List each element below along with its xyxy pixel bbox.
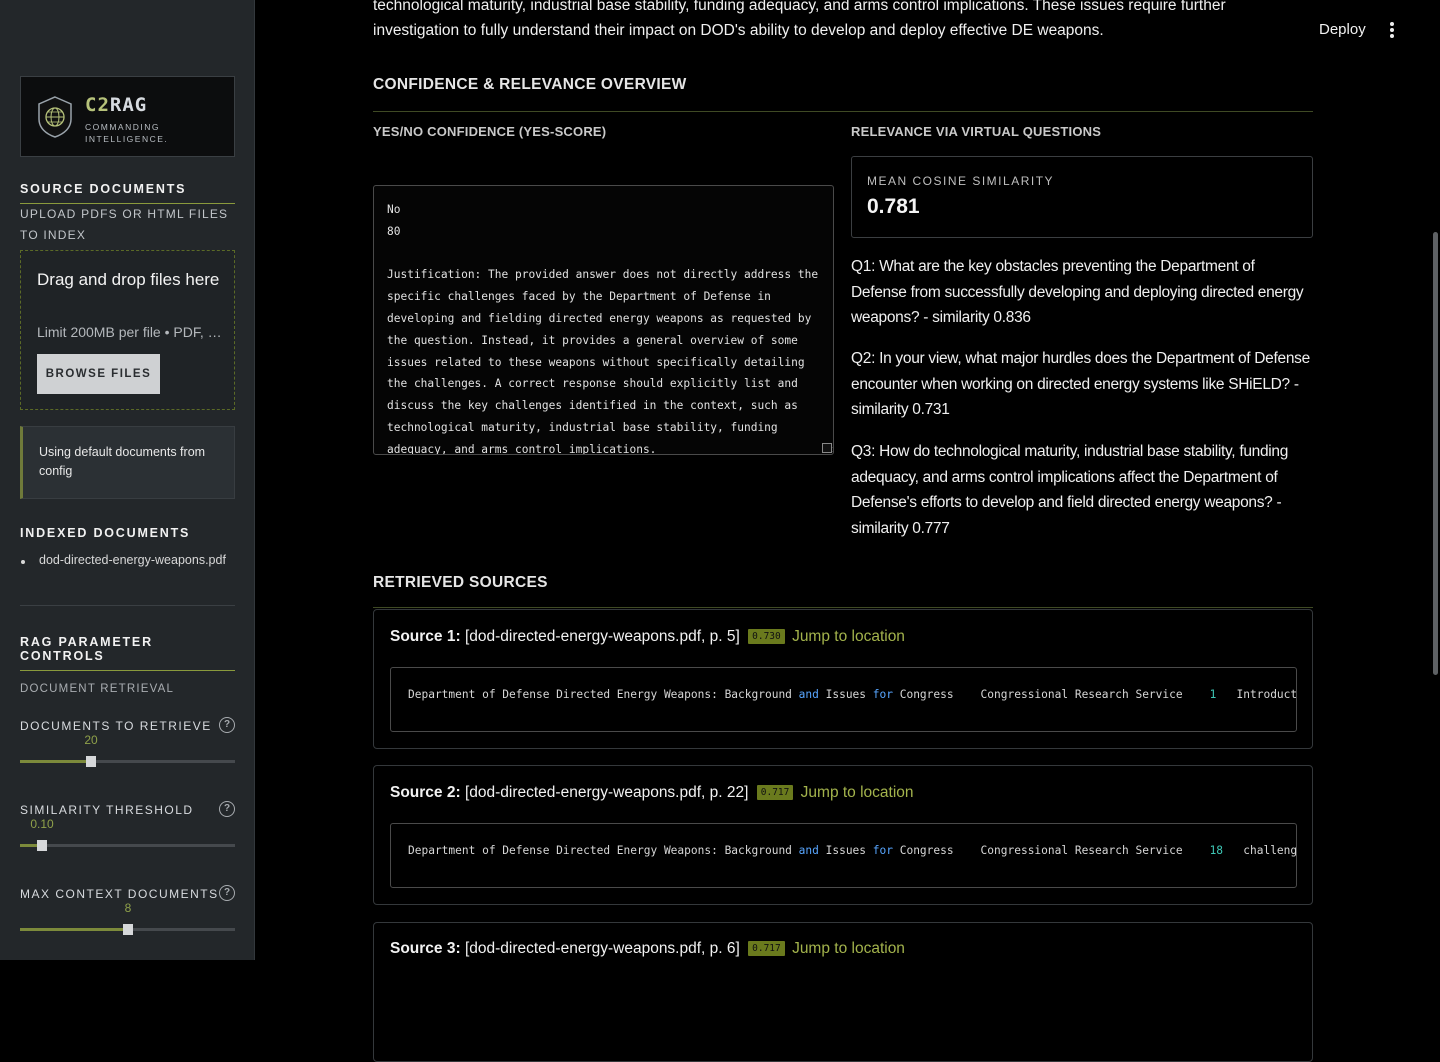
source-card: Source 3: [dod-directed-energy-weapons.p… bbox=[373, 922, 1313, 1062]
file-dropzone[interactable]: Drag and drop files here Limit 200MB per… bbox=[20, 250, 235, 410]
score-badge: 0.730 bbox=[748, 629, 785, 645]
help-icon[interactable]: ? bbox=[219, 717, 235, 733]
slider-thumb[interactable] bbox=[37, 840, 47, 851]
slider-fill bbox=[20, 928, 128, 931]
browse-files-button[interactable]: BROWSE FILES bbox=[37, 354, 160, 394]
main-scrollbar[interactable] bbox=[1431, 0, 1440, 960]
relevance-title: RELEVANCE VIA VIRTUAL QUESTIONS bbox=[851, 124, 1102, 139]
source-label: Source 1: bbox=[390, 628, 461, 645]
slider-track bbox=[20, 844, 235, 847]
logo-title: C2RAG bbox=[85, 94, 148, 116]
jump-to-location-link[interactable]: Jump to location bbox=[801, 784, 914, 801]
divider bbox=[373, 111, 1313, 112]
slider-value: 20 bbox=[84, 733, 98, 747]
source-ref: [dod-directed-energy-weapons.pdf, p. 6] bbox=[464, 940, 740, 957]
source-label: Source 3: bbox=[390, 940, 461, 957]
documents-to-retrieve-slider[interactable]: 20 bbox=[20, 733, 235, 771]
jump-to-location-link[interactable]: Jump to location bbox=[792, 940, 905, 957]
slider-thumb[interactable] bbox=[86, 756, 96, 767]
virtual-question-2: Q2: In your view, what major hurdles doe… bbox=[851, 350, 1310, 418]
source-header: Source 2: [dod-directed-energy-weapons.p… bbox=[390, 784, 914, 802]
logo-tagline: COMMANDING INTELLIGENCE. bbox=[85, 122, 169, 144]
source-ref: [dod-directed-energy-weapons.pdf, p. 22] bbox=[464, 784, 749, 801]
source-header: Source 1: [dod-directed-energy-weapons.p… bbox=[390, 628, 905, 646]
jump-to-location-link[interactable]: Jump to location bbox=[792, 628, 905, 645]
divider bbox=[20, 605, 235, 606]
sidebar: C2RAG COMMANDING INTELLIGENCE. SOURCE DO… bbox=[0, 0, 255, 960]
source-documents-heading: SOURCE DOCUMENTS bbox=[20, 182, 187, 196]
source-snippet[interactable]: Department of Defense Directed Energy We… bbox=[390, 823, 1297, 888]
dropzone-limit: Limit 200MB per file • PDF, HTML bbox=[37, 324, 222, 340]
slider-thumb[interactable] bbox=[123, 924, 133, 935]
more-options-icon[interactable] bbox=[1386, 20, 1398, 40]
score-badge: 0.717 bbox=[748, 941, 785, 957]
source-ref: [dod-directed-energy-weapons.pdf, p. 5] bbox=[464, 628, 740, 645]
document-retrieval-subheading: DOCUMENT RETRIEVAL bbox=[20, 683, 175, 695]
list-item: dod-directed-energy-weapons.pdf bbox=[20, 553, 226, 567]
mean-similarity-metric: MEAN COSINE SIMILARITY 0.781 bbox=[851, 156, 1313, 238]
slider-value: 8 bbox=[124, 901, 132, 915]
globe-shield-icon bbox=[38, 96, 72, 138]
upload-subheading: UPLOAD PDFS OR HTML FILES TO INDEX bbox=[20, 207, 229, 242]
help-icon[interactable]: ? bbox=[219, 885, 235, 901]
confidence-textarea[interactable]: No 80 Justification: The provided answer… bbox=[373, 185, 834, 455]
resize-handle-icon[interactable] bbox=[822, 443, 832, 453]
source-card: Source 1: [dod-directed-energy-weapons.p… bbox=[373, 609, 1313, 749]
info-text: Using default documents from config bbox=[39, 445, 206, 478]
virtual-question-3: Q3: How do technological maturity, indus… bbox=[851, 443, 1289, 537]
source-header: Source 3: [dod-directed-energy-weapons.p… bbox=[390, 940, 905, 958]
answer-text: technological maturity, industrial base … bbox=[373, 0, 1226, 39]
source-label: Source 2: bbox=[390, 784, 461, 801]
source-card: Source 2: [dod-directed-energy-weapons.p… bbox=[373, 765, 1313, 905]
source-snippet[interactable]: Department of Defense Directed Energy We… bbox=[390, 667, 1297, 732]
slider-value: 0.10 bbox=[30, 817, 54, 831]
divider bbox=[20, 670, 235, 671]
virtual-question-1: Q1: What are the key obstacles preventin… bbox=[851, 258, 1304, 326]
overview-title: CONFIDENCE & RELEVANCE OVERVIEW bbox=[373, 76, 687, 93]
divider bbox=[373, 607, 1313, 608]
deploy-button[interactable]: Deploy bbox=[1319, 21, 1366, 38]
indexed-documents-heading: INDEXED DOCUMENTS bbox=[20, 526, 191, 540]
similarity-threshold-slider[interactable]: 0.10 bbox=[20, 817, 235, 855]
retrieved-sources-title: RETRIEVED SOURCES bbox=[373, 574, 548, 591]
default-docs-info: Using default documents from config bbox=[20, 426, 235, 499]
confidence-title: YES/NO CONFIDENCE (YES-SCORE) bbox=[373, 124, 607, 139]
help-icon[interactable]: ? bbox=[219, 801, 235, 817]
dropzone-title: Drag and drop files here bbox=[37, 270, 220, 289]
score-badge: 0.717 bbox=[756, 785, 794, 801]
scrollbar-thumb[interactable] bbox=[1433, 232, 1438, 675]
metric-label: MEAN COSINE SIMILARITY bbox=[867, 174, 1055, 188]
slider-fill bbox=[20, 760, 91, 763]
max-context-documents-label: MAX CONTEXT DOCUMENTS bbox=[20, 887, 219, 901]
similarity-threshold-label: SIMILARITY THRESHOLD bbox=[20, 803, 194, 817]
metric-value: 0.781 bbox=[867, 195, 920, 218]
max-context-documents-slider[interactable]: 8 bbox=[20, 901, 235, 939]
logo: C2RAG COMMANDING INTELLIGENCE. bbox=[20, 76, 235, 157]
rag-controls-heading: RAG PARAMETER CONTROLS bbox=[20, 635, 153, 663]
indexed-documents-list: dod-directed-energy-weapons.pdf bbox=[20, 553, 226, 567]
documents-to-retrieve-label: DOCUMENTS TO RETRIEVE bbox=[20, 719, 212, 733]
